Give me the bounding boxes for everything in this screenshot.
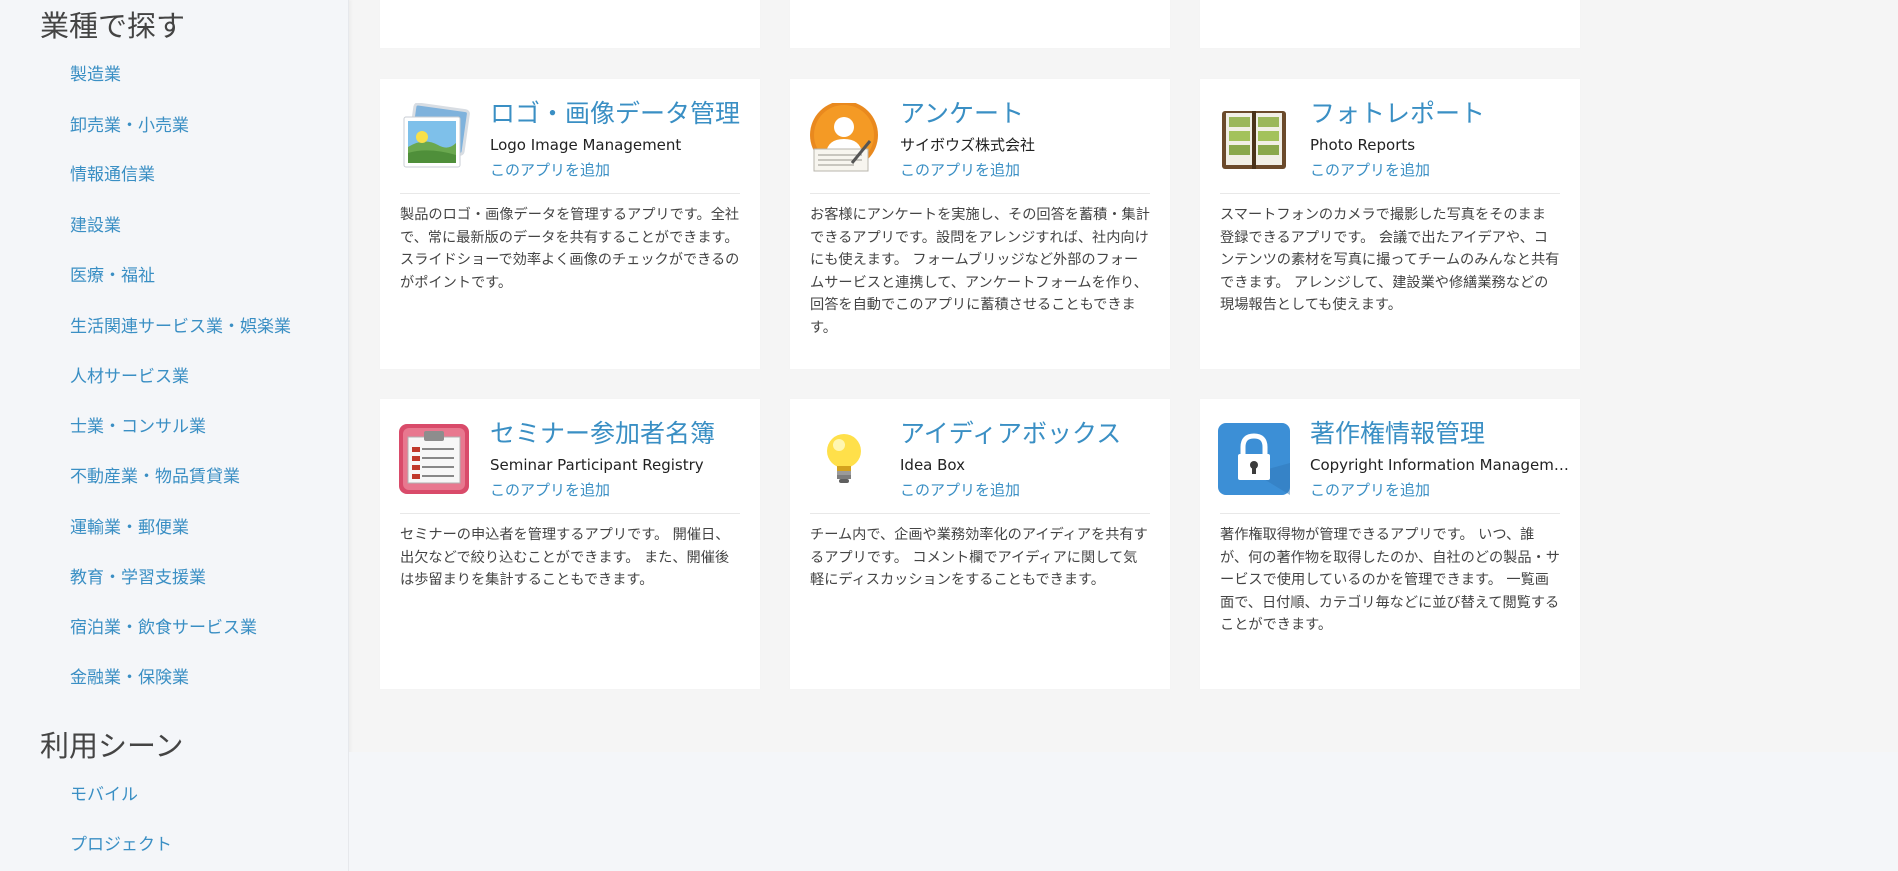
image-gallery-icon [398,102,470,175]
divider [810,193,1150,194]
registry-card-icon [398,423,470,495]
app-card-partial [380,0,760,48]
divider [1220,193,1560,194]
app-description: 著作権取得物が管理できるアプリです。 いつ、誰が、何の著作物を取得したのか、自社… [1220,527,1560,633]
app-subtitle: Logo Image Management [490,136,682,154]
add-app-link[interactable]: このアプリを追加 [900,481,1020,501]
app-card-partial [1200,0,1580,48]
app-description: スマートフォンのカメラで撮影した写真をそのまま登録できるアプリです。 会議で出た… [1220,207,1560,313]
sidebar-item-education[interactable]: 教育・学習支援業 [70,570,206,587]
sidebar-item-manufacturing[interactable]: 製造業 [70,67,121,84]
app-title[interactable]: アイディアボックス [900,419,1121,449]
sidebar-item-transport-postal[interactable]: 運輸業・郵便業 [70,520,189,537]
sidebar-item-staffing[interactable]: 人材サービス業 [70,369,189,386]
add-app-link[interactable]: このアプリを追加 [1310,481,1430,501]
sidebar-item-project[interactable]: プロジェクト [70,837,172,854]
photo-album-icon [1218,103,1290,175]
sidebar-item-lifestyle-entertainment[interactable]: 生活関連サービス業・娯楽業 [70,319,291,336]
lightbulb-icon [808,423,880,495]
sidebar-item-finance-insurance[interactable]: 金融業・保険業 [70,670,189,687]
app-description: 製品のロゴ・画像データを管理するアプリです。全社で、常に最新版のデータを共有する… [400,207,740,291]
sidebar-item-information-communication[interactable]: 情報通信業 [70,167,155,184]
divider [1220,513,1560,514]
add-app-link[interactable]: このアプリを追加 [1310,161,1430,181]
app-description: チーム内で、企画や業務効率化のアイディアを共有するアプリです。 コメント欄でアイ… [810,527,1148,588]
main-footer-area [349,752,1898,871]
padlock-icon [1218,423,1290,495]
sidebar-item-medical-welfare[interactable]: 医療・福祉 [70,268,155,285]
sidebar-item-mobile[interactable]: モバイル [70,787,138,804]
sidebar-item-hospitality-food[interactable]: 宿泊業・飲食サービス業 [70,620,257,637]
app-title[interactable]: アンケート [900,99,1024,129]
divider [400,193,740,194]
add-app-link[interactable]: このアプリを追加 [490,161,610,181]
app-subtitle: Idea Box [900,456,966,474]
app-card-seminar-registry: セミナー参加者名簿 Seminar Participant Registry こ… [380,399,760,689]
app-subtitle: サイボウズ株式会社 [900,136,1036,154]
app-title[interactable]: フォトレポート [1310,99,1485,129]
app-subtitle: Seminar Participant Registry [490,456,704,474]
app-description: お客様にアンケートを実施し、その回答を蓄積・集計できるアプリです。設問をアレンジ… [810,207,1150,336]
survey-person-icon [808,101,880,175]
scene-section-title: 利用シーン [40,729,184,763]
app-card-logo-image-management: ロゴ・画像データ管理 Logo Image Management このアプリを追… [380,79,760,369]
sidebar-item-construction[interactable]: 建設業 [70,218,121,235]
app-card-photo-reports: フォトレポート Photo Reports このアプリを追加 スマートフォンのカ… [1200,79,1580,369]
app-title[interactable]: セミナー参加者名簿 [490,419,715,449]
app-subtitle: Photo Reports [1310,136,1416,154]
app-card-copyright-management: 著作権情報管理 Copyright Information Management… [1200,399,1580,689]
sidebar-item-real-estate[interactable]: 不動産業・物品賃貸業 [70,469,240,486]
industry-section-title: 業種で探す [40,9,186,43]
sidebar: 業種で探す 製造業 卸売業・小売業 情報通信業 建設業 医療・福祉 生活関連サー… [0,0,349,871]
app-title[interactable]: ロゴ・画像データ管理 [490,99,740,129]
app-card-survey: アンケート サイボウズ株式会社 このアプリを追加 お客様にアンケートを実施し、そ… [790,79,1170,369]
app-card-partial [790,0,1170,48]
app-subtitle: Copyright Information Management [1310,456,1572,474]
add-app-link[interactable]: このアプリを追加 [900,161,1020,181]
add-app-link[interactable]: このアプリを追加 [490,481,610,501]
divider [400,513,740,514]
app-title[interactable]: 著作権情報管理 [1310,419,1485,449]
sidebar-item-consulting[interactable]: 士業・コンサル業 [70,419,206,436]
divider [810,513,1150,514]
sidebar-item-wholesale-retail[interactable]: 卸売業・小売業 [70,118,189,135]
app-description: セミナーの申込者を管理するアプリです。 開催日、出欠などで絞り込むことができます… [400,527,730,588]
app-card-idea-box: アイディアボックス Idea Box このアプリを追加 チーム内で、企画や業務効… [790,399,1170,689]
